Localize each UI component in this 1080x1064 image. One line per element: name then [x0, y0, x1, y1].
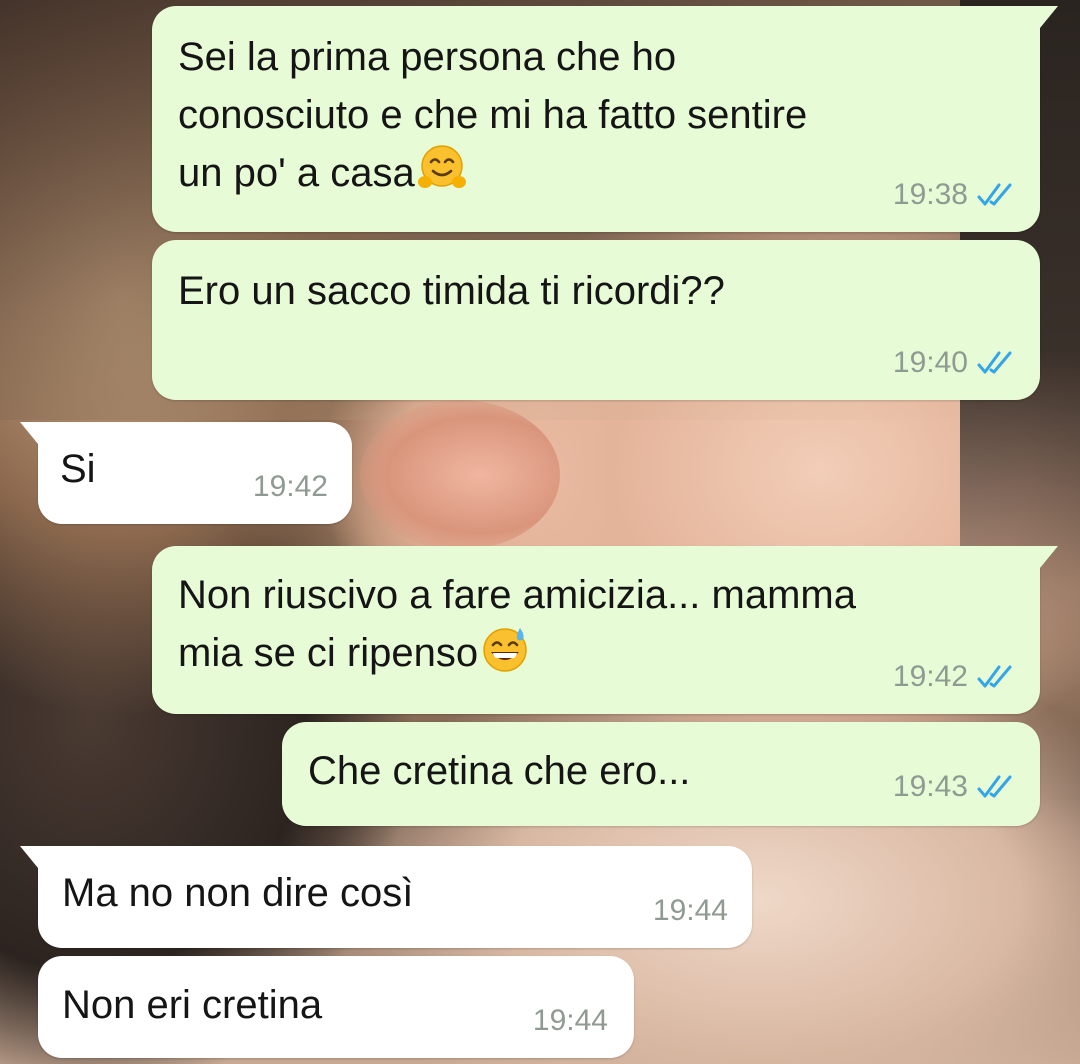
- message-text: Non eri cretina: [62, 976, 322, 1034]
- message-time: 19:43: [892, 770, 968, 803]
- message-bubble-outgoing[interactable]: Ero un sacco timida ti ricordi?? 19:40: [152, 240, 1040, 400]
- message-line: Non riuscivo a fare amicizia... mamma: [178, 573, 856, 617]
- message-time: 19:44: [652, 894, 728, 927]
- read-ticks-icon: [977, 351, 1012, 374]
- message-time: 19:44: [532, 1004, 608, 1037]
- message-line: Sei la prima persona che ho: [178, 35, 677, 79]
- message-line: Che cretina che ero...: [308, 749, 691, 793]
- message-time: 19:42: [252, 470, 328, 503]
- message-meta: 19:44: [533, 1004, 608, 1038]
- hugging-face-icon: [417, 145, 466, 188]
- message-meta: 19:44: [653, 894, 728, 928]
- message-time: 19:40: [892, 346, 968, 379]
- message-line: conosciuto e che mi ha fatto sentire: [178, 93, 808, 137]
- message-time: 19:38: [892, 178, 968, 211]
- message-line: Si: [60, 447, 96, 491]
- read-ticks-icon: [977, 665, 1012, 688]
- message-list[interactable]: Sei la prima persona che ho conosciuto e…: [0, 0, 1080, 1064]
- message-meta: 19:42: [253, 470, 328, 504]
- message-bubble-outgoing[interactable]: Che cretina che ero... 19:43: [282, 722, 1040, 826]
- message-line: un po' a casa: [178, 144, 807, 202]
- message-text: Sei la prima persona che ho conosciuto e…: [178, 28, 807, 202]
- message-line: Ero un sacco timida ti ricordi??: [178, 269, 725, 313]
- message-bubble-incoming[interactable]: Ma no non dire così 19:44: [20, 846, 752, 948]
- message-line: mia se ci ripenso: [178, 624, 856, 682]
- message-text: Ero un sacco timida ti ricordi??: [178, 262, 725, 320]
- message-text: Si: [60, 440, 96, 498]
- message-bubble-outgoing[interactable]: Non riuscivo a fare amicizia... mamma mi…: [152, 546, 1058, 714]
- message-text: Non riuscivo a fare amicizia... mamma mi…: [178, 566, 856, 682]
- message-bubble-incoming[interactable]: Non eri cretina 19:44: [38, 956, 634, 1058]
- message-line: Non eri cretina: [62, 983, 323, 1027]
- message-time: 19:42: [892, 660, 968, 693]
- message-meta: 19:42: [893, 660, 1016, 694]
- message-meta: 19:40: [893, 346, 1016, 380]
- message-line: Ma no non dire così: [62, 871, 414, 915]
- read-ticks-icon: [977, 775, 1012, 798]
- message-bubble-outgoing[interactable]: Sei la prima persona che ho conosciuto e…: [152, 6, 1058, 232]
- message-text: Ma no non dire così: [62, 864, 413, 922]
- message-meta: 19:38: [893, 178, 1016, 212]
- message-meta: 19:43: [893, 770, 1016, 804]
- message-text: Che cretina che ero...: [308, 742, 690, 800]
- read-ticks-icon: [977, 183, 1012, 206]
- grinning-sweat-icon: [483, 628, 527, 672]
- message-bubble-incoming[interactable]: Si 19:42: [20, 422, 352, 524]
